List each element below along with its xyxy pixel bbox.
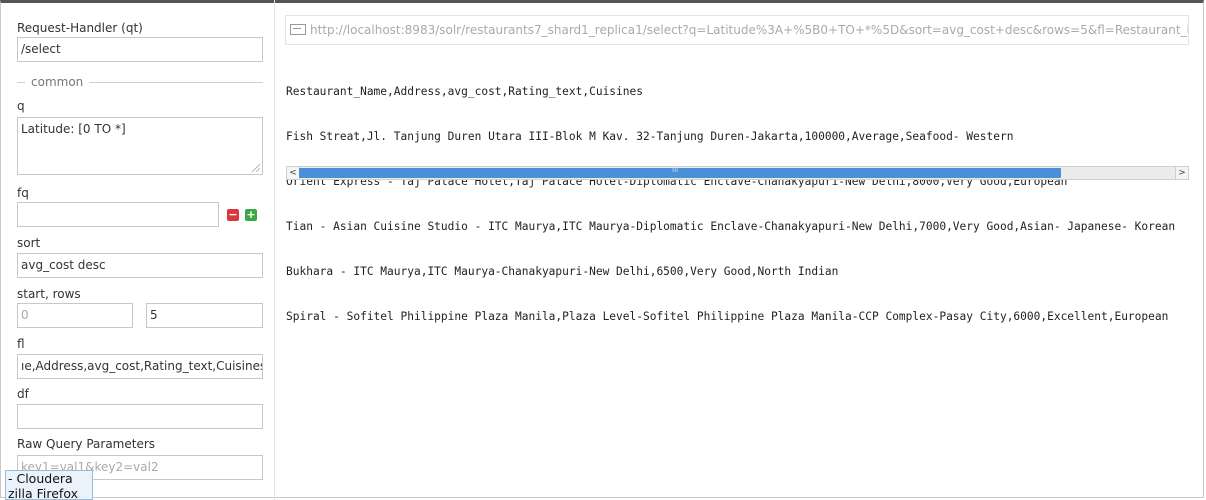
result-line: Restaurant_Name,Address,avg_cost,Rating_… — [286, 85, 643, 98]
rows-input[interactable]: 5 — [146, 303, 263, 328]
request-handler-label: Request-Handler (qt) — [17, 21, 143, 35]
fl-label: fl — [17, 337, 25, 351]
result-line: Bukhara - ITC Maurya,ITC Maurya-Chanakya… — [286, 265, 839, 278]
q-value: Latitude: [0 TO *] — [21, 122, 126, 136]
sort-label: sort — [17, 236, 41, 250]
plus-icon[interactable]: + — [245, 209, 257, 221]
resize-grip-icon[interactable] — [252, 164, 260, 172]
response-output: Restaurant_Name,Address,avg_cost,Rating_… — [286, 56, 1189, 339]
taskbar-tooltip: - Cloudera zilla Firefox — [5, 470, 93, 500]
scrollbar-grip: III — [672, 166, 679, 174]
result-line: Spiral - Sofitel Philippine Plaza Manila… — [286, 310, 1169, 323]
fq-label: fq — [17, 186, 29, 200]
q-label: q — [17, 99, 25, 113]
request-handler-input[interactable]: /select — [17, 37, 263, 62]
start-input[interactable]: 0 — [17, 303, 133, 328]
fl-input[interactable]: ıe,Address,avg_cost,Rating_text,Cuisines — [17, 354, 263, 379]
df-label: df — [17, 387, 29, 401]
query-url-link[interactable]: http://localhost:8983/solr/restaurants7_… — [285, 15, 1189, 45]
sort-input[interactable]: avg_cost desc — [17, 253, 263, 278]
horizontal-scrollbar[interactable]: < III > — [286, 166, 1189, 180]
raw-query-label: Raw Query Parameters — [17, 437, 156, 451]
query-url-text: http://localhost:8983/solr/restaurants7_… — [310, 23, 1189, 37]
df-input[interactable] — [17, 404, 263, 429]
tooltip-line: zilla Firefox — [8, 486, 78, 500]
scroll-right-icon[interactable]: > — [1175, 167, 1188, 179]
fq-input[interactable] — [17, 202, 219, 227]
query-form: Request-Handler (qt) /select common q La… — [0, 0, 275, 500]
minus-icon[interactable]: − — [227, 209, 239, 221]
result-line: Tian - Asian Cuisine Studio - ITC Maurya… — [286, 220, 1176, 233]
start-rows-label: start, rows — [17, 287, 81, 301]
url-icon — [290, 24, 306, 35]
common-legend: common — [25, 75, 90, 89]
tooltip-line: - Cloudera — [8, 471, 73, 486]
scrollbar-thumb[interactable]: III — [299, 166, 1061, 178]
q-textarea[interactable]: Latitude: [0 TO *] — [17, 117, 263, 175]
result-line: Fish Streat,Jl. Tanjung Duren Utara III-… — [286, 130, 1014, 143]
